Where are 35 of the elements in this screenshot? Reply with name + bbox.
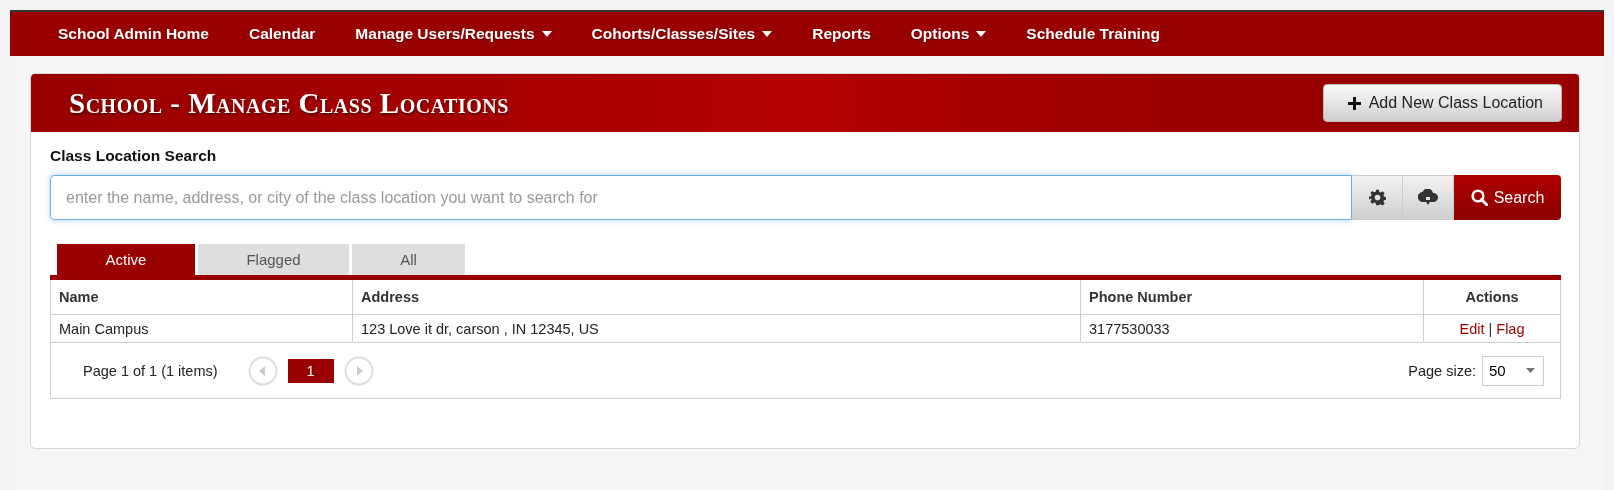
table-cell: 123 Love it dr, carson , IN 12345, US [353,315,1081,343]
settings-button[interactable] [1352,175,1403,220]
table-cell: 3177530033 [1081,315,1424,343]
nav-link[interactable]: School Admin Home [38,25,229,43]
add-location-button[interactable]: Add New Class Location [1322,84,1562,122]
tab[interactable]: Flagged [198,244,349,275]
search-icon [1470,189,1488,206]
nav-link[interactable]: Cohorts/Classes/Sites [571,25,793,43]
table-cell: Main Campus [51,315,353,343]
page-title: School - Manage Class Locations [69,86,509,120]
column-header: Actions [1424,280,1560,315]
settings-icon [1368,189,1386,206]
search-button[interactable]: Search [1454,175,1561,220]
page-size-label: Page size: [1408,362,1476,379]
search-label: Class Location Search [50,147,218,165]
download-button[interactable] [1403,175,1454,220]
column-header: Address [353,280,1081,315]
column-header: Name [51,280,353,315]
column-header: Phone Number [1081,280,1424,315]
nav-link[interactable]: Manage Users/Requests [335,25,572,43]
plus-icon [1347,96,1361,110]
page-number[interactable]: 1 [287,358,334,383]
action-link[interactable]: Flag [1496,320,1525,337]
nav-link[interactable]: Calendar [229,25,336,43]
nav-link[interactable]: Reports [792,25,891,43]
nav-link[interactable]: Schedule Training [1006,25,1180,43]
page-size-select[interactable]: 50 [1482,355,1544,386]
cloud-download-icon [1418,188,1438,207]
caret-icon [1526,368,1535,373]
separator: | [1488,320,1493,337]
tab[interactable]: Active [57,244,195,275]
nav-link[interactable]: Options [890,25,1007,43]
tab[interactable]: All [352,244,465,275]
action-link[interactable]: Edit [1459,320,1485,337]
pager-summary: Page 1 of 1 (1 items) [83,362,218,379]
